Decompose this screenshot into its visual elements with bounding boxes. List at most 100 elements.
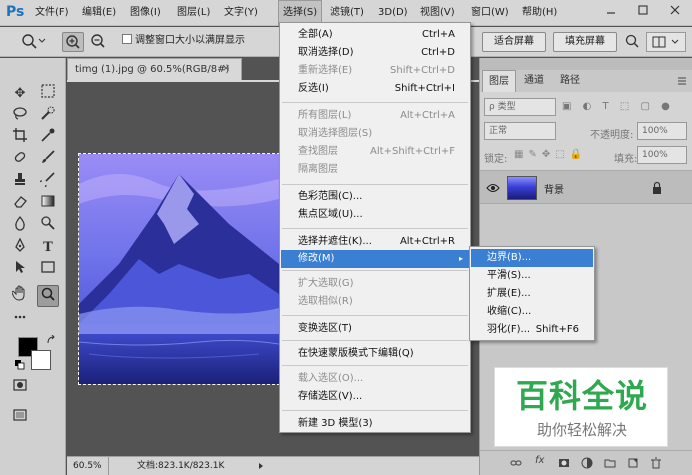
menu-item-color-range[interactable]: 色彩范围(C)... <box>281 188 469 206</box>
workspace-switcher-icon[interactable] <box>646 32 686 52</box>
search-icon[interactable] <box>624 32 640 52</box>
submenu-item-label: 扩展(E)... <box>487 288 531 299</box>
menu-item-focus-area[interactable]: 焦点区域(U)... <box>281 206 469 224</box>
tab-paths[interactable]: 路径 <box>554 70 586 92</box>
lock-label: 锁定: <box>484 154 508 165</box>
panel-menu-icon[interactable] <box>676 75 688 87</box>
menu-item-transform-selection[interactable]: 变换选区(T) <box>281 320 469 338</box>
layer-row-background[interactable]: 背景 <box>480 170 692 204</box>
select-menu-dropdown: 全部(A) Ctrl+A 取消选择(D) Ctrl+D 重新选择(E) Shift+Ctr… <box>279 22 471 433</box>
dodge-tool-icon[interactable] <box>37 215 59 237</box>
healing-brush-tool-icon[interactable] <box>9 149 31 171</box>
menu-item-shortcut: Alt+Ctrl+R <box>399 236 455 247</box>
layer-name[interactable]: 背景 <box>544 181 564 196</box>
hand-tool-icon[interactable] <box>9 285 31 307</box>
fill-screen-button[interactable]: 填充屏幕 <box>553 32 617 52</box>
clone-stamp-tool-icon[interactable] <box>9 171 31 193</box>
filter-icons[interactable]: ▣ ◐ T ⬚ ▢ ● <box>562 101 682 112</box>
menu-item-modify[interactable]: 修改(M) ▸ <box>281 250 469 268</box>
menu-type[interactable]: 文字(Y) <box>220 0 262 26</box>
crop-tool-icon[interactable] <box>9 127 31 149</box>
eye-icon[interactable] <box>486 181 500 195</box>
blur-tool-icon[interactable] <box>9 215 31 237</box>
submenu-item-feather[interactable]: 羽化(F)... Shift+F6 <box>471 321 593 339</box>
lasso-tool-icon[interactable] <box>9 105 31 127</box>
fill-field[interactable]: 100% <box>637 146 687 164</box>
menu-item-label: 所有图层(L) <box>298 110 352 121</box>
tab-layers[interactable]: 图层 <box>482 70 516 92</box>
checkbox-box[interactable] <box>122 34 132 44</box>
document-image[interactable] <box>78 153 280 385</box>
adjustment-icon[interactable] <box>581 457 593 469</box>
lock-options-icons[interactable]: ▦✎✥⬚🔒 <box>514 149 604 160</box>
path-selection-tool-icon[interactable] <box>9 259 31 281</box>
tab-channels[interactable]: 通道 <box>518 70 550 92</box>
trash-icon[interactable] <box>650 457 662 469</box>
menu-file[interactable]: 文件(F) <box>31 0 73 26</box>
fx-icon[interactable]: fx <box>535 455 544 466</box>
blend-mode-select[interactable]: 正常 <box>484 122 556 140</box>
menu-item-new-3d-extrusion[interactable]: 新建 3D 模型(3) <box>281 415 469 433</box>
watermark-subtitle: 助你轻松解决 <box>536 421 627 439</box>
opacity-field[interactable]: 100% <box>637 122 687 140</box>
menu-help[interactable]: 帮助(H) <box>518 0 561 26</box>
submenu-item-label: 收缩(C)... <box>487 306 532 317</box>
type-tool-icon[interactable]: T <box>37 237 59 259</box>
quick-selection-tool-icon[interactable] <box>37 105 59 127</box>
opacity-label: 不透明度: <box>590 130 634 141</box>
new-layer-icon[interactable] <box>627 457 639 469</box>
menu-window[interactable]: 窗口(W) <box>467 0 513 26</box>
zoom-level[interactable]: 60.5% <box>73 457 109 475</box>
eyedropper-tool-icon[interactable] <box>37 127 59 149</box>
menu-item-inverse[interactable]: 反选(I) Shift+Ctrl+I <box>281 80 469 98</box>
menu-item-save-selection[interactable]: 存储选区(V)... <box>281 388 469 406</box>
fit-screen-button[interactable]: 适合屏幕 <box>482 32 546 52</box>
close-window-icon[interactable] <box>660 0 690 22</box>
menu-item-label: 色彩范围(C)... <box>298 191 363 202</box>
brush-tool-icon[interactable] <box>37 149 59 171</box>
eraser-tool-icon[interactable] <box>9 193 31 215</box>
menu-edit[interactable]: 编辑(E) <box>78 0 120 26</box>
menu-separator <box>282 365 468 366</box>
menu-image[interactable]: 图像(I) <box>126 0 165 26</box>
landscape-photo <box>79 154 279 384</box>
layer-kind-filter[interactable]: ρ 类型 <box>484 98 556 116</box>
menu-item-quick-mask-edit[interactable]: 在快速蒙版模式下编辑(Q) <box>281 345 469 363</box>
zoom-tool-preset-icon[interactable] <box>20 32 48 52</box>
pen-tool-icon[interactable] <box>9 237 31 259</box>
menu-item-select-all[interactable]: 全部(A) Ctrl+A <box>281 26 469 44</box>
swap-colors-icon[interactable] <box>46 334 56 345</box>
zoom-tool-icon[interactable] <box>37 285 59 307</box>
history-brush-tool-icon[interactable] <box>37 171 59 193</box>
close-document-icon[interactable]: × <box>222 63 230 74</box>
menu-item-label: 焦点区域(U)... <box>298 209 363 220</box>
menu-item-select-and-mask[interactable]: 选择并遮住(K)... Alt+Ctrl+R <box>281 233 469 251</box>
submenu-item-shortcut: Shift+F6 <box>535 324 579 335</box>
folder-icon[interactable] <box>604 457 616 469</box>
minimize-icon[interactable] <box>596 0 626 22</box>
zoom-in-icon[interactable] <box>62 32 84 52</box>
maximize-icon[interactable] <box>628 0 658 22</box>
zoom-out-icon[interactable] <box>88 32 110 52</box>
marquee-tool-icon[interactable] <box>37 83 59 105</box>
submenu-item-expand[interactable]: 扩展(E)... <box>471 285 593 303</box>
submenu-item-border[interactable]: 边界(B)... <box>471 249 593 267</box>
more-tools-icon[interactable] <box>9 309 31 331</box>
resize-windows-checkbox[interactable]: 调整窗口大小以满屏显示 <box>122 32 245 52</box>
menu-item-deselect[interactable]: 取消选择(D) Ctrl+D <box>281 44 469 62</box>
menu-item-label: 选取相似(R) <box>298 296 353 307</box>
status-arrow-icon[interactable] <box>257 457 265 475</box>
quick-mask-icon[interactable] <box>9 377 31 399</box>
document-tab[interactable]: timg (1).jpg @ 60.5%(RGB/8#) <box>67 58 242 80</box>
rectangle-tool-icon[interactable] <box>37 259 59 281</box>
background-color-swatch[interactable] <box>31 350 51 370</box>
menu-layer[interactable]: 图层(L) <box>173 0 214 26</box>
submenu-item-smooth[interactable]: 平滑(S)... <box>471 267 593 285</box>
gradient-tool-icon[interactable] <box>37 193 59 215</box>
screen-mode-icon[interactable] <box>9 407 31 429</box>
default-colors-icon[interactable] <box>15 360 25 370</box>
mask-icon[interactable] <box>558 457 570 469</box>
submenu-item-contract[interactable]: 收缩(C)... <box>471 303 593 321</box>
link-icon[interactable] <box>510 457 522 469</box>
move-tool-icon[interactable]: ✥ <box>9 83 31 105</box>
